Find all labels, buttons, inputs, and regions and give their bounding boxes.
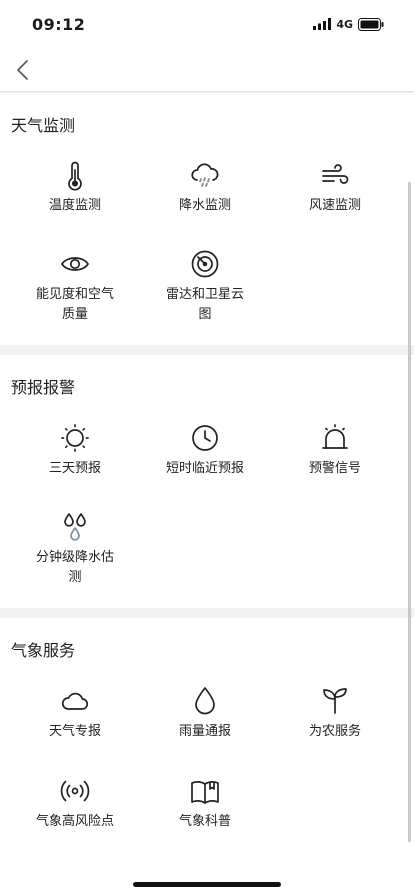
eye-icon xyxy=(60,257,90,271)
weather-special-report-item[interactable]: 天气专报 xyxy=(6,685,144,742)
status-time: 09:12 xyxy=(32,14,86,34)
radar-satellite-item[interactable]: 雷达和卫星云图 xyxy=(136,248,274,325)
sprout-icon xyxy=(323,688,347,714)
section-title: 预报报警 xyxy=(11,378,76,397)
item-label: 气象科普 xyxy=(178,814,231,829)
wind-icon xyxy=(322,164,349,184)
item-label: 预警信号 xyxy=(308,461,361,476)
item-label: 降水监测 xyxy=(178,198,231,213)
agriculture-service-item[interactable]: 为农服务 xyxy=(266,685,404,742)
item-label: 雨量通报 xyxy=(178,724,231,739)
section-meteorological-services: 气象服务 天气专报 雨量通报 为农服务 气象高风险点 气象科普 xyxy=(0,618,414,896)
alarm-light-icon xyxy=(322,424,348,449)
scroll-indicator xyxy=(408,182,411,842)
battery-icon xyxy=(358,17,384,31)
signal-icon xyxy=(313,18,332,30)
status-bar: 09:12 4G xyxy=(0,0,414,48)
item-label: 分钟级降水估测 xyxy=(35,550,114,585)
item-label: 三天预报 xyxy=(48,461,101,476)
high-risk-point-item[interactable]: 气象高风险点 xyxy=(6,775,144,832)
nav-bar xyxy=(0,48,414,92)
water-drop-icon xyxy=(195,687,215,715)
visibility-air-quality-item[interactable]: 能见度和空气质量 xyxy=(6,248,144,325)
science-popularization-item[interactable]: 气象科普 xyxy=(136,775,274,832)
open-book-icon xyxy=(191,781,219,804)
item-label: 为农服务 xyxy=(308,724,361,739)
precipitation-monitoring-item[interactable]: 降水监测 xyxy=(136,159,274,216)
radar-icon xyxy=(191,250,219,278)
three-day-forecast-item[interactable]: 三天预报 xyxy=(6,422,144,479)
item-label: 天气专报 xyxy=(48,724,101,739)
item-label: 能见度和空气质量 xyxy=(35,287,114,322)
rain-cloud-icon xyxy=(191,163,219,187)
wind-speed-monitoring-item[interactable]: 风速监测 xyxy=(266,159,404,216)
minute-precipitation-item[interactable]: 分钟级降水估测 xyxy=(6,511,144,588)
item-label: 风速监测 xyxy=(308,198,361,213)
item-label: 气象高风险点 xyxy=(35,814,114,829)
broadcast-icon xyxy=(60,780,90,802)
clock-icon xyxy=(192,425,218,451)
section-weather-monitoring: 天气监测 温度监测 降水监测 风速监测 能见度和空气质量 雷达和卫星云图 xyxy=(0,93,414,345)
item-label: 温度监测 xyxy=(48,198,101,213)
rainfall-bulletin-item[interactable]: 雨量通报 xyxy=(136,685,274,742)
temperature-monitoring-item[interactable]: 温度监测 xyxy=(6,159,144,216)
item-label: 雷达和卫星云图 xyxy=(165,287,244,322)
section-forecast-warning: 预报报警 三天预报 短时临近预报 预警信号 分钟级降水估测 xyxy=(0,355,414,608)
thermometer-icon xyxy=(68,161,82,191)
home-indicator[interactable] xyxy=(133,882,281,887)
item-label: 短时临近预报 xyxy=(165,461,244,476)
cloud-icon xyxy=(61,692,89,710)
back-arrow-icon[interactable] xyxy=(14,58,32,82)
warning-signal-item[interactable]: 预警信号 xyxy=(266,422,404,479)
raindrops-icon xyxy=(64,513,86,541)
status-indicators: 4G xyxy=(313,17,384,31)
section-title: 气象服务 xyxy=(11,641,76,660)
section-title: 天气监测 xyxy=(11,116,76,135)
network-type: 4G xyxy=(336,17,353,31)
sun-icon xyxy=(61,424,89,452)
nowcast-item[interactable]: 短时临近预报 xyxy=(136,422,274,479)
